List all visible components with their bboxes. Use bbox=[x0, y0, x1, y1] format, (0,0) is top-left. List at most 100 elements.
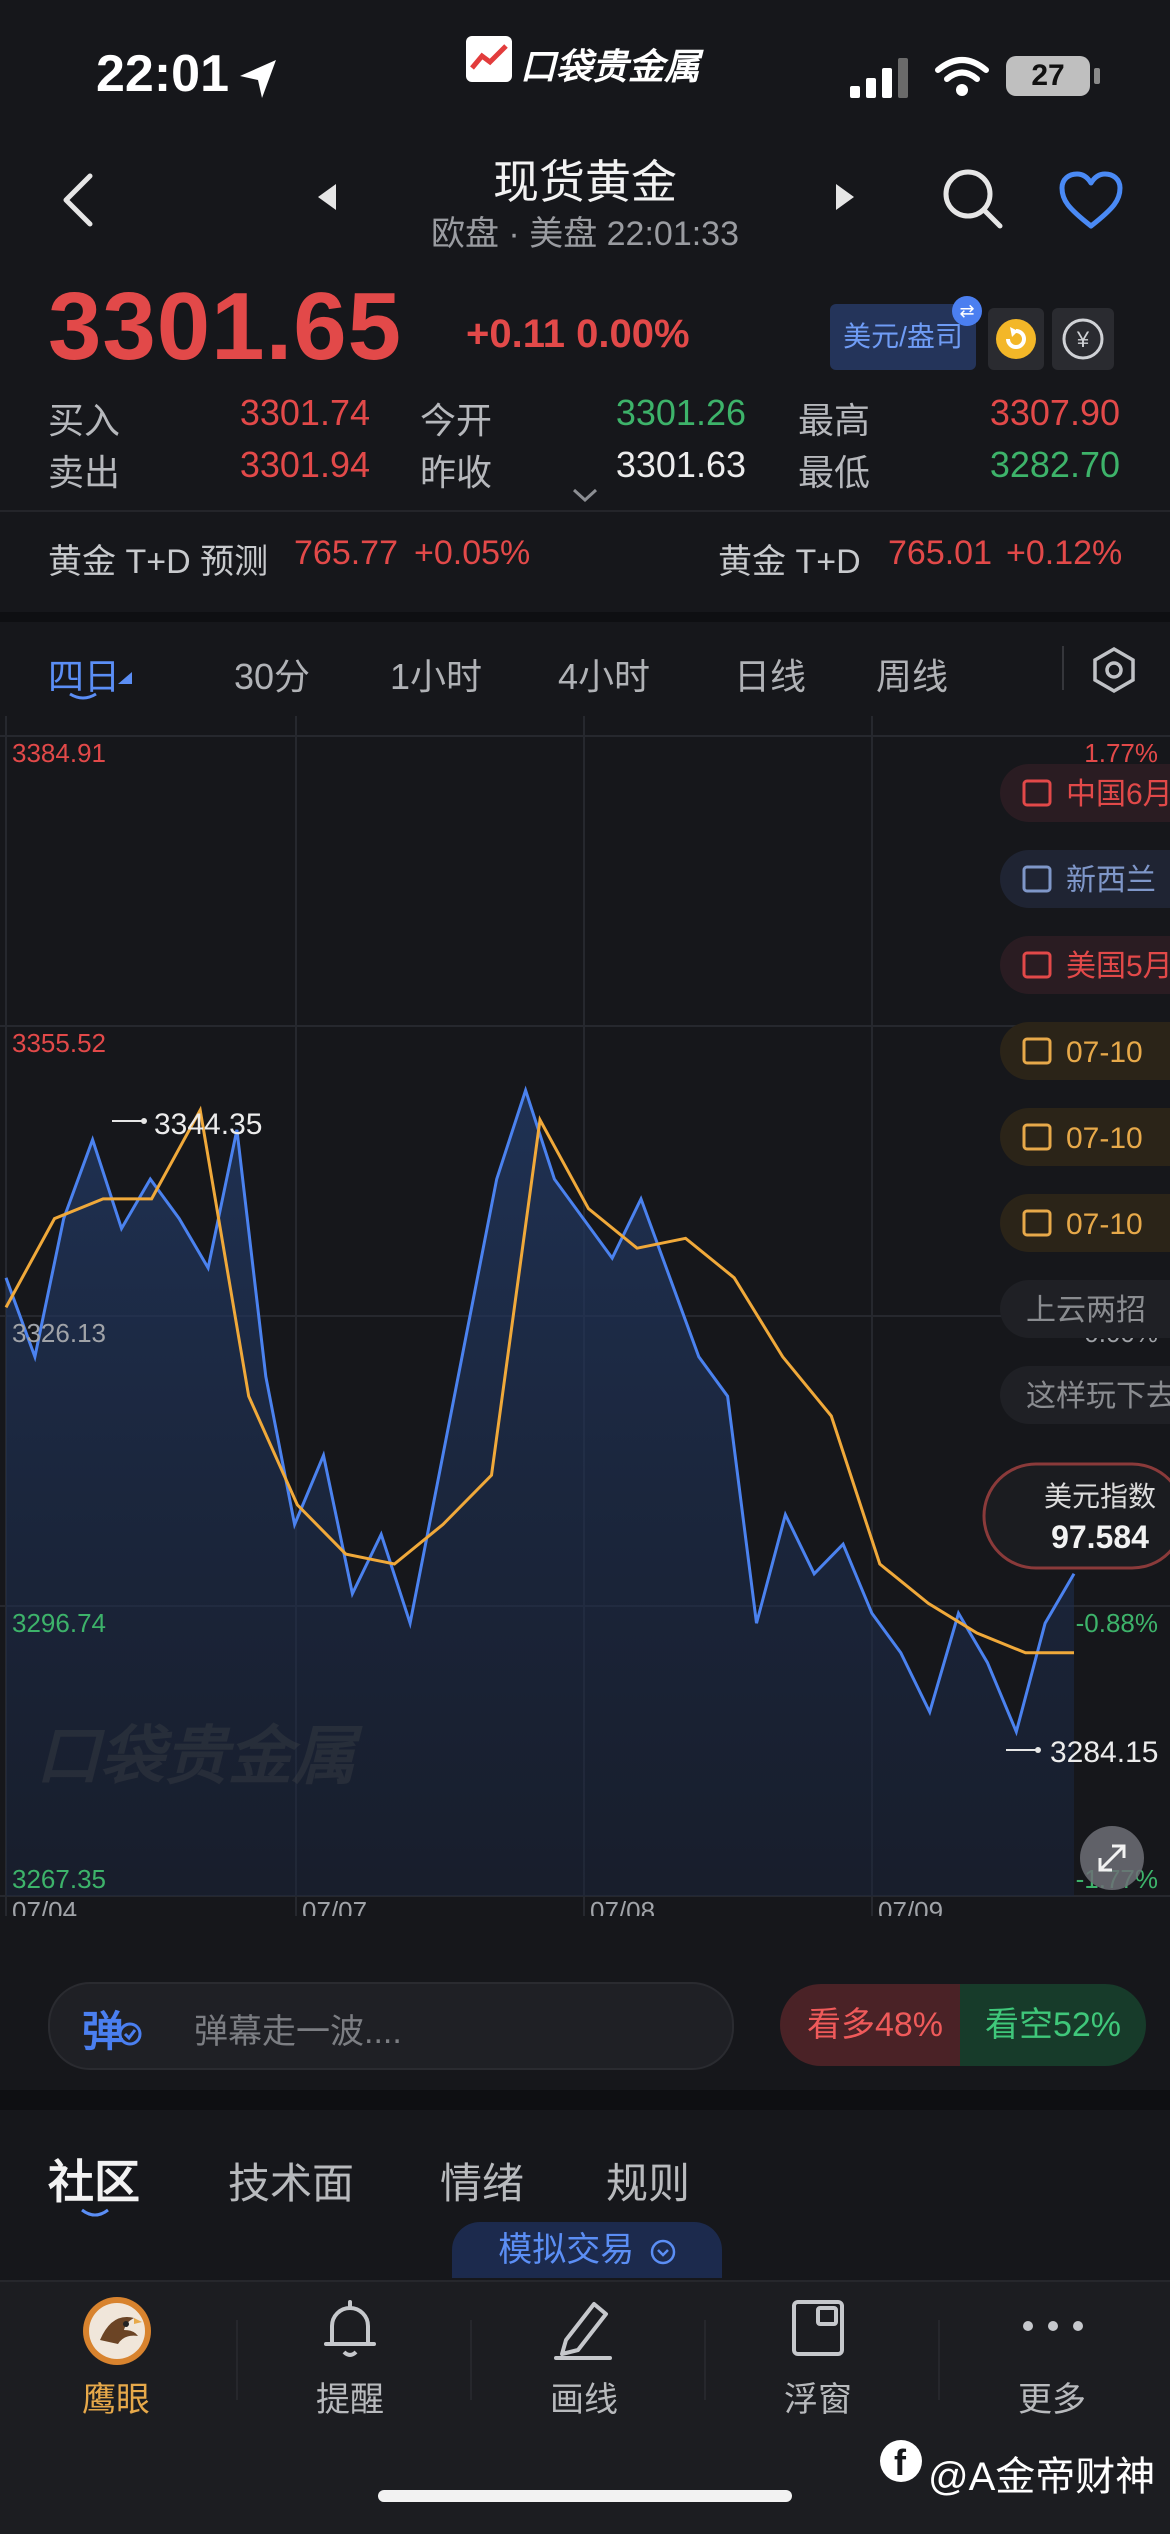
td-row: 黄金 T+D 预测 765.77 +0.05% 黄金 T+D 765.01 +0… bbox=[0, 512, 1170, 612]
status-time: 22:01 bbox=[96, 45, 229, 103]
facebook-icon: f bbox=[880, 2440, 922, 2483]
price-change-value: +0.11 bbox=[466, 312, 566, 356]
price-change-pct: 0.00% bbox=[576, 312, 690, 356]
chart-settings-icon[interactable] bbox=[1090, 646, 1138, 694]
high-marker-dot bbox=[141, 1118, 147, 1124]
tab-30min[interactable]: 30分 bbox=[234, 648, 310, 700]
tab-sentiment[interactable]: 情绪 bbox=[440, 2150, 524, 2211]
tab-1hour[interactable]: 1小时 bbox=[390, 648, 482, 700]
event-pill[interactable]: 07-10 bbox=[1000, 1194, 1170, 1252]
nav-alert-label[interactable]: 提醒 bbox=[270, 2372, 430, 2421]
x-tick-label: 07/09 bbox=[878, 1896, 943, 1916]
float-window-icon[interactable] bbox=[790, 2298, 846, 2358]
tab-separator bbox=[1062, 646, 1064, 690]
tab-daily[interactable]: 日线 bbox=[734, 648, 806, 700]
x-tick-label: 07/04 bbox=[12, 1896, 77, 1916]
next-instrument-icon[interactable] bbox=[834, 182, 856, 212]
y-tick-label-left: 3326.13 bbox=[12, 1318, 106, 1348]
y-tick-label-left: 3384.91 bbox=[12, 738, 106, 768]
exchange-rate-icon: ¥ bbox=[1062, 318, 1104, 360]
tab-rules[interactable]: 规则 bbox=[606, 2150, 690, 2211]
ask-value: 3301.94 bbox=[239, 444, 370, 485]
app-logo: 口袋贵金属 bbox=[466, 36, 706, 92]
swap-icon: ⇄ bbox=[952, 296, 982, 326]
td-forecast-value: 765.77 bbox=[294, 534, 398, 572]
signal-icon bbox=[850, 58, 908, 98]
home-indicator bbox=[378, 2490, 792, 2502]
tab-technical[interactable]: 技术面 bbox=[228, 2150, 354, 2211]
pencil-icon[interactable] bbox=[552, 2296, 614, 2360]
nav-separator bbox=[938, 2320, 940, 2400]
event-pill[interactable]: 07-10 bbox=[1000, 1108, 1170, 1166]
sim-trade-label: 模拟交易 bbox=[498, 2231, 635, 2269]
y-tick-label-left: 3355.52 bbox=[12, 1028, 106, 1058]
open-label: 今开 bbox=[420, 400, 493, 441]
page-title: 现货黄金 bbox=[493, 156, 677, 208]
high-label: 最高 bbox=[798, 400, 871, 441]
low-value: 3282.70 bbox=[989, 444, 1120, 485]
event-pill[interactable]: 07-10 bbox=[1000, 1022, 1170, 1080]
high-value: 3307.90 bbox=[989, 392, 1120, 433]
expand-chevron-icon[interactable] bbox=[572, 488, 598, 502]
tab-underline bbox=[69, 692, 97, 700]
low-marker-dot bbox=[1035, 1747, 1041, 1753]
exchange-button[interactable]: ¥ bbox=[1052, 308, 1114, 370]
sim-trade-chevron-icon bbox=[650, 2239, 675, 2265]
eagle-icon[interactable] bbox=[82, 2296, 152, 2366]
section-gap bbox=[0, 2090, 1170, 2110]
event-pill[interactable]: 这样玩下去 bbox=[1000, 1366, 1170, 1424]
event-pill-text: 上云两招 bbox=[1026, 1294, 1146, 1327]
x-tick-label: 07/07 bbox=[302, 1896, 367, 1916]
low-marker-label: 3284.15 bbox=[1050, 1736, 1158, 1769]
back-chevron-icon[interactable] bbox=[58, 170, 98, 230]
nav-eagle-label[interactable]: 鹰眼 bbox=[36, 2372, 196, 2421]
td-label: 黄金 T+D bbox=[718, 543, 861, 581]
x-tick-label: 07/08 bbox=[590, 1896, 655, 1916]
bullish-vote-button[interactable]: 看多48% bbox=[780, 1984, 970, 2066]
y-tick-label-left: 3296.74 bbox=[12, 1608, 106, 1638]
tab-dropdown-icon bbox=[118, 672, 132, 684]
high-marker-label: 3344.35 bbox=[154, 1108, 262, 1141]
event-pill[interactable]: 上云两招 bbox=[1000, 1280, 1170, 1338]
event-pill[interactable]: 美国5月 bbox=[1000, 936, 1170, 994]
favorite-heart-icon[interactable] bbox=[1058, 170, 1124, 230]
usd-index-card[interactable]: 美元指数 97.584 bbox=[982, 1462, 1170, 1570]
sim-trade-button[interactable]: 模拟交易 bbox=[452, 2222, 722, 2278]
nav-more-label[interactable]: 更多 bbox=[972, 2372, 1132, 2421]
prev-close-label: 昨收 bbox=[420, 452, 493, 493]
nav-float-label[interactable]: 浮窗 bbox=[738, 2372, 898, 2421]
td-value: 765.01 bbox=[888, 534, 992, 572]
refresh-icon bbox=[996, 319, 1036, 359]
tab-community[interactable]: 社区 bbox=[48, 2146, 140, 2212]
event-pill-text: 07-10 bbox=[1066, 1036, 1143, 1069]
bearish-vote-button[interactable]: 看空52% bbox=[960, 1984, 1146, 2066]
event-pill-text: 07-10 bbox=[1066, 1122, 1143, 1155]
community-tab-underline bbox=[81, 2208, 109, 2217]
open-value: 3301.26 bbox=[615, 392, 746, 433]
more-icon[interactable] bbox=[1020, 2318, 1086, 2334]
price-chart[interactable]: 3384.91 3355.52 3326.13 3296.74 3267.35 1.77… bbox=[0, 716, 1170, 1916]
event-pill[interactable]: 新西兰 bbox=[1000, 850, 1170, 908]
fullscreen-button[interactable] bbox=[1080, 1826, 1144, 1890]
nav-draw-label[interactable]: 画线 bbox=[504, 2372, 664, 2421]
price-change: +0.11 0.00% bbox=[466, 312, 690, 357]
bell-icon[interactable] bbox=[320, 2298, 380, 2362]
user-watermark: @A金帝财神 bbox=[928, 2455, 1156, 2499]
bid-label: 买入 bbox=[48, 400, 121, 441]
usd-index-value: 97.584 bbox=[1051, 1519, 1149, 1555]
nav-separator bbox=[236, 2320, 238, 2400]
session-status: 欧盘 · 美盘 22:01:33 bbox=[430, 215, 739, 253]
refresh-button[interactable] bbox=[988, 308, 1044, 370]
event-pill-text: 新西兰 bbox=[1066, 864, 1156, 897]
search-icon[interactable] bbox=[940, 166, 1004, 230]
event-pill-text: 美国5月 bbox=[1066, 950, 1170, 983]
td-forecast-pct: +0.05% bbox=[414, 534, 531, 572]
chart-watermark: 口袋贵金属 bbox=[36, 1720, 363, 1792]
last-price: 3301.65 bbox=[48, 273, 403, 380]
barrage-placeholder[interactable]: 弹幕走一波.... bbox=[194, 2004, 402, 2053]
ask-label: 卖出 bbox=[48, 452, 121, 493]
tab-4hour[interactable]: 4小时 bbox=[558, 648, 650, 700]
event-pill-text: 中国6月 bbox=[1066, 778, 1170, 811]
tab-weekly[interactable]: 周线 bbox=[876, 648, 948, 700]
event-pill[interactable]: 中国6月 bbox=[1000, 764, 1170, 822]
